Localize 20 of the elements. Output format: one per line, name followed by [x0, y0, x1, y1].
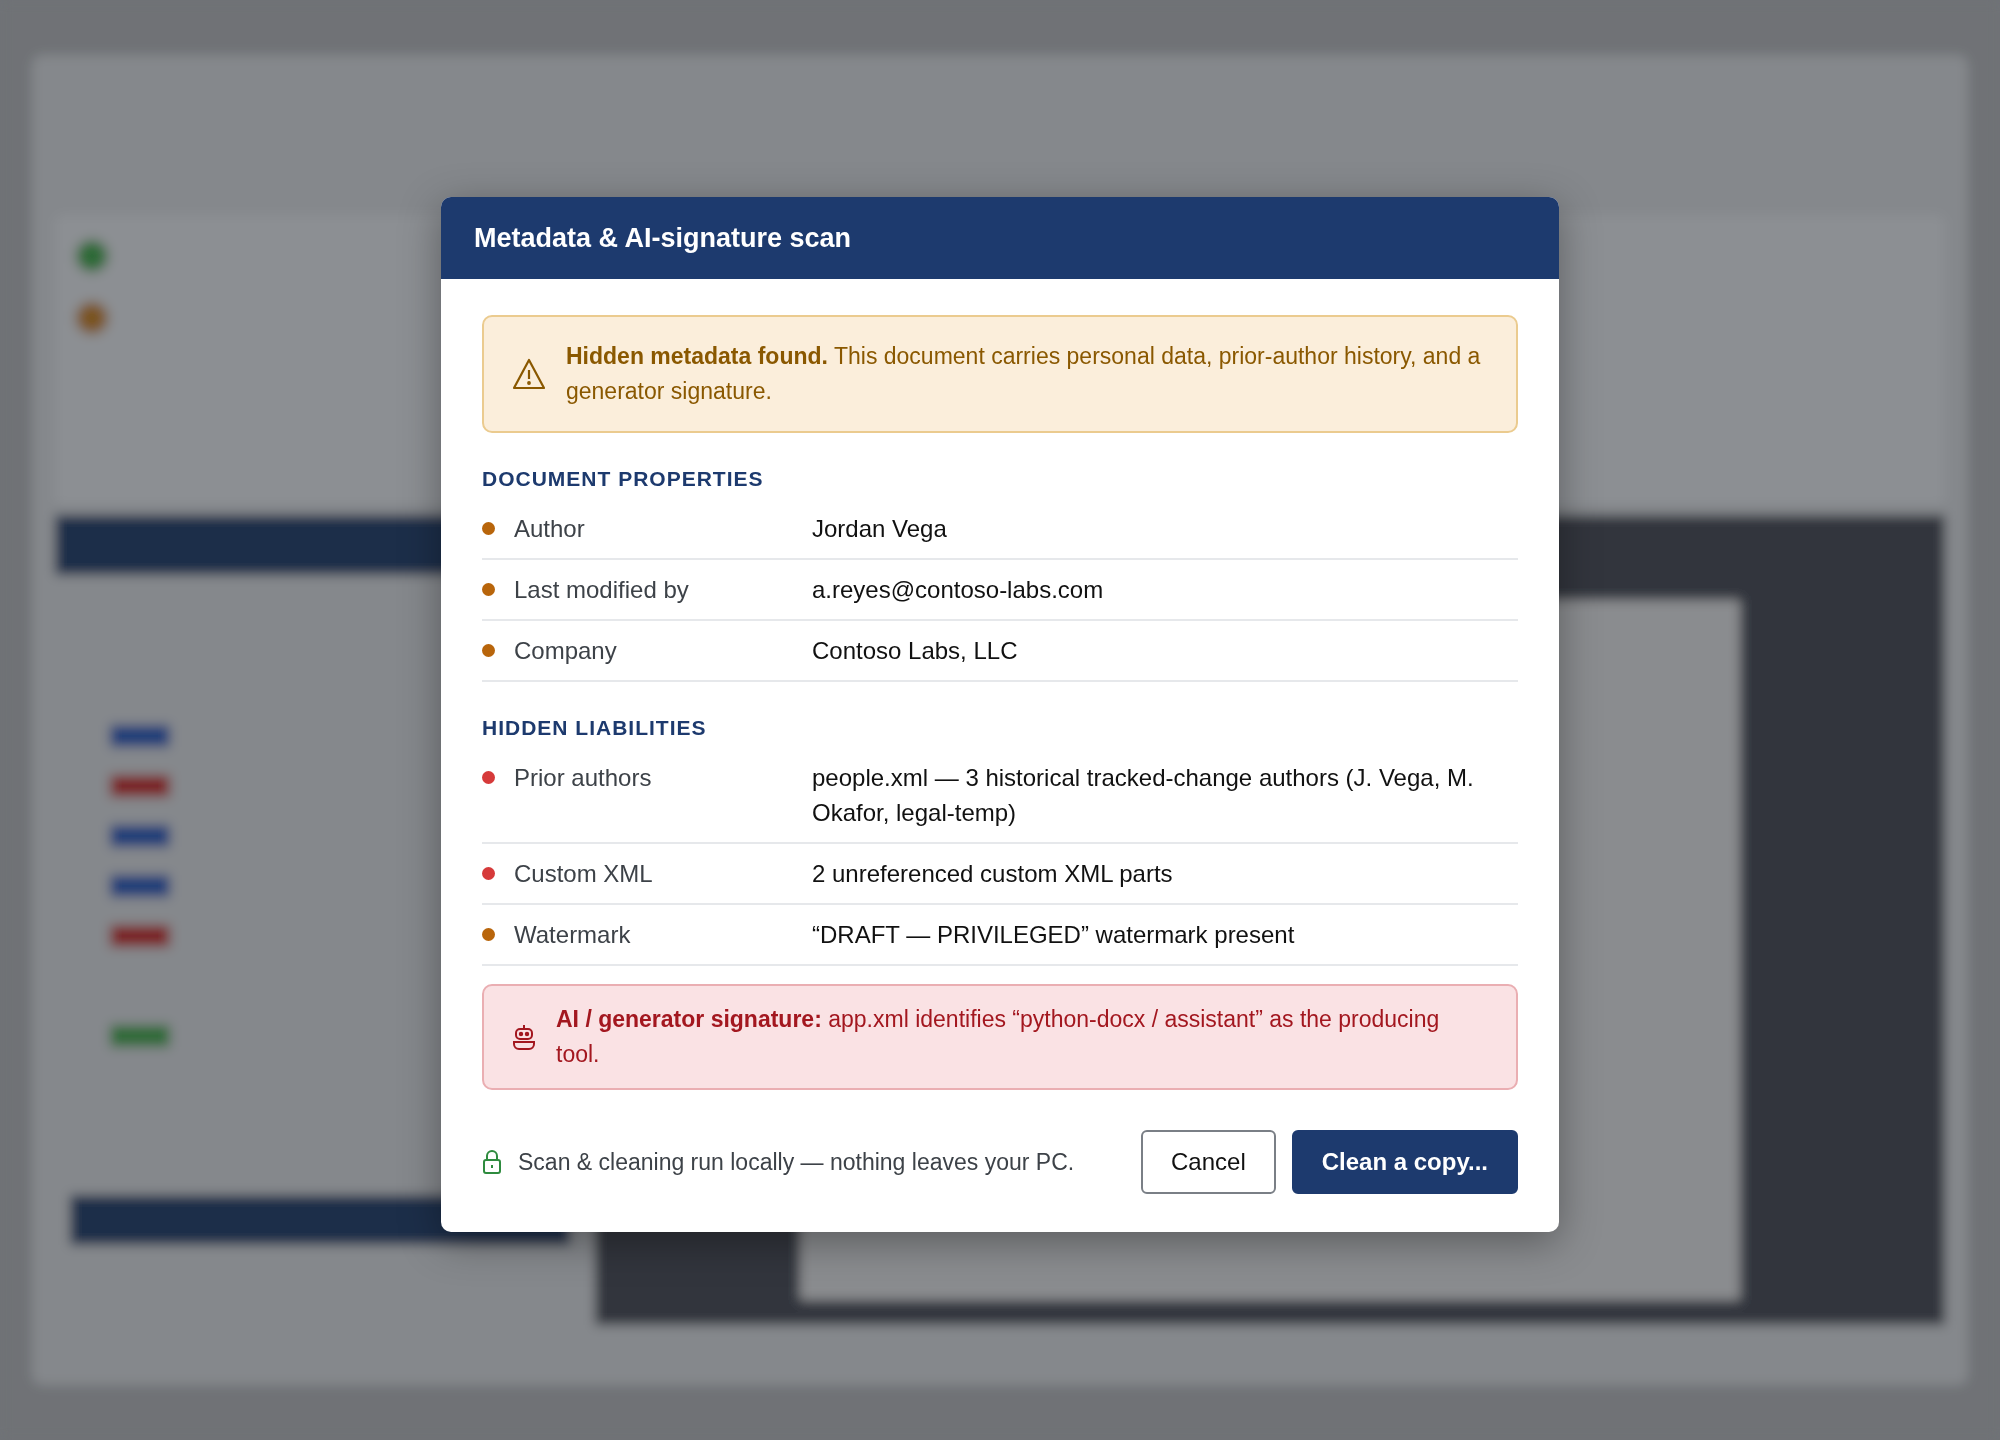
- clean-copy-button[interactable]: Clean a copy...: [1291, 1130, 1518, 1194]
- cancel-button[interactable]: Cancel: [1141, 1130, 1276, 1194]
- warning-text: Hidden metadata found. This document carries personal data, prior-author history, and a generator signature.: [566, 342, 1482, 406]
- property-label: Prior authors: [514, 763, 653, 793]
- property-value: 2 unreferenced custom XML parts: [812, 859, 1174, 889]
- property-label: Last modified by: [514, 575, 690, 605]
- privacy-note: Scan & cleaning run locally — nothing leaves your PC.: [518, 1148, 1076, 1176]
- property-label: Custom XML: [514, 859, 654, 889]
- section-heading: HIDDEN LIABILITIES: [482, 716, 708, 740]
- property-value: Jordan Vega: [812, 514, 948, 544]
- property-label: Company: [514, 636, 618, 666]
- dialog-title: Metadata & AI-signature scan: [474, 222, 852, 254]
- property-value: people.xml — 3 historical tracked-change authors (J. Vega, M. Okafor, legal-temp): [812, 763, 1475, 828]
- property-value: “DRAFT — PRIVILEGED” watermark present: [812, 920, 1296, 950]
- signature-text: AI / generator signature: app.xml identifies “python-docx / assistant” as the producing tool.: [556, 1005, 1441, 1069]
- property-value: Contoso Labs, LLC: [812, 636, 1019, 666]
- property-value: a.reyes@contoso-labs.com: [812, 575, 1105, 605]
- property-label: Author: [514, 514, 586, 544]
- property-label: Watermark: [514, 920, 632, 950]
- section-heading: DOCUMENT PROPERTIES: [482, 467, 765, 491]
